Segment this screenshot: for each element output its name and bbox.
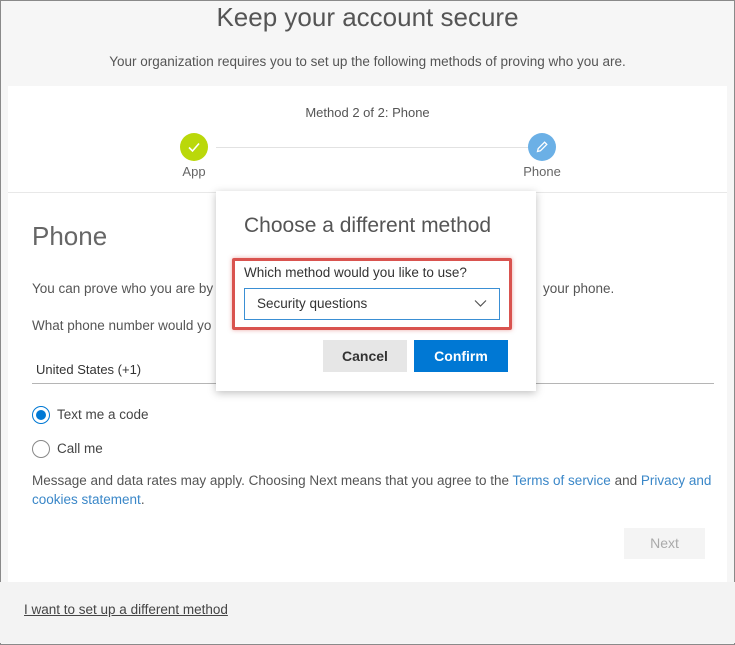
phone-description-right: your phone.: [543, 281, 615, 296]
step-phone-label: Phone: [523, 164, 561, 179]
dialog-title: Choose a different method: [244, 214, 492, 237]
terms-prefix: Message and data rates may apply. Choosi…: [32, 473, 510, 488]
phone-heading: Phone: [32, 221, 108, 251]
text-me-radio[interactable]: [32, 406, 50, 424]
terms-and: and: [614, 473, 638, 488]
different-method-link[interactable]: I want to set up a different method: [24, 602, 228, 617]
checkmark-icon: [188, 142, 200, 153]
dialog-question: Which method would you like to use?: [244, 265, 467, 280]
text-me-label: Text me a code: [57, 407, 149, 422]
call-me-radio[interactable]: [32, 440, 50, 458]
phone-description-left: You can prove who you are by: [32, 281, 214, 296]
page-title: Keep your account secure: [216, 2, 519, 32]
call-me-label: Call me: [57, 441, 103, 456]
method-step-text: Method 2 of 2: Phone: [305, 105, 430, 120]
chevron-down-icon: [474, 300, 487, 307]
progress-line: [216, 147, 530, 148]
terms-of-service-link[interactable]: Terms of service: [513, 473, 611, 488]
footer: I want to set up a different method: [0, 582, 735, 643]
cancel-button[interactable]: Cancel: [323, 340, 407, 372]
page-subtitle: Your organization requires you to set up…: [109, 54, 626, 69]
terms-text: Message and data rates may apply. Choosi…: [32, 471, 712, 509]
next-button[interactable]: Next: [624, 528, 705, 559]
phone-number-question: What phone number would yo: [32, 318, 212, 333]
step-app-label: App: [182, 164, 206, 179]
progress-section: Method 2 of 2: Phone App Phone: [8, 86, 727, 193]
method-select-value: Security questions: [257, 296, 368, 311]
confirm-button[interactable]: Confirm: [414, 340, 508, 372]
terms-suffix: .: [140, 492, 145, 507]
step-app-circle: [180, 133, 208, 161]
step-phone-circle: [528, 133, 556, 161]
country-code-select[interactable]: United States (+1): [32, 354, 242, 384]
method-select[interactable]: Security questions: [244, 288, 500, 320]
pencil-icon: [536, 141, 548, 153]
